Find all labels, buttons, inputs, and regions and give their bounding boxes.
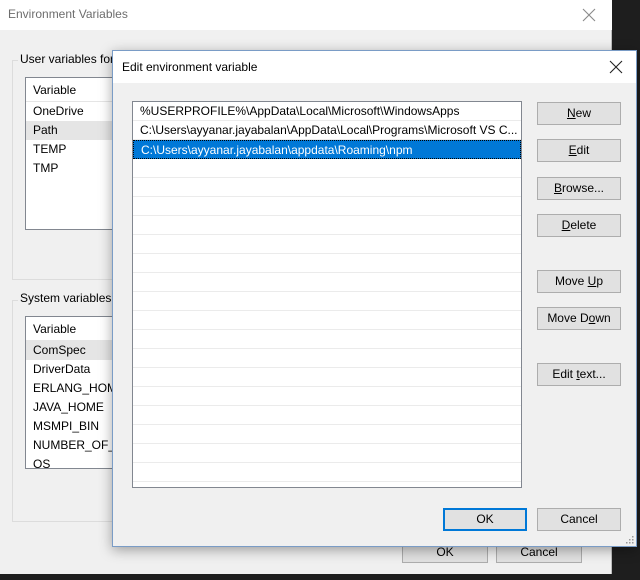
system-variables-list[interactable]: Variable ComSpec DriverData ERLANG_HOME …	[25, 316, 125, 469]
button-accelerator: E	[568, 143, 577, 157]
edit-environment-variable-dialog: Edit environment variable %USERPROFILE%\…	[112, 50, 637, 547]
desktop-background	[0, 574, 612, 580]
list-item[interactable]: NUMBER_OF_P	[26, 436, 124, 455]
button-label-post: dit	[576, 143, 590, 157]
move-down-button[interactable]: Move Down	[537, 307, 621, 330]
edit-close-button[interactable]	[596, 51, 636, 83]
path-entry-selected[interactable]: C:\Users\ayyanar.jayabalan\appdata\Roami…	[133, 140, 521, 159]
env-close-button[interactable]	[566, 0, 612, 30]
new-button[interactable]: New	[537, 102, 621, 125]
empty-list-row[interactable]	[133, 330, 521, 349]
empty-list-row[interactable]	[133, 463, 521, 482]
empty-list-row[interactable]	[133, 178, 521, 197]
ok-button[interactable]: OK	[443, 508, 527, 531]
empty-list-row[interactable]	[133, 254, 521, 273]
close-icon	[582, 8, 596, 22]
edit-button[interactable]: Edit	[537, 139, 621, 162]
env-titlebar: Environment Variables	[0, 0, 612, 30]
user-variables-list[interactable]: Variable OneDrive Path TEMP TMP	[25, 77, 125, 230]
empty-list-row[interactable]	[133, 216, 521, 235]
empty-list-row[interactable]	[133, 368, 521, 387]
move-up-button[interactable]: Move Up	[537, 270, 621, 293]
list-item[interactable]: MSMPI_BIN	[26, 417, 124, 436]
edit-dialog-titlebar: Edit environment variable	[113, 51, 636, 83]
cancel-button[interactable]: Cancel	[537, 508, 621, 531]
list-item[interactable]: DriverData	[26, 360, 124, 379]
user-list-header[interactable]: Variable	[26, 78, 124, 102]
list-item[interactable]: ComSpec	[26, 341, 124, 360]
edit-dialog-title: Edit environment variable	[122, 60, 258, 74]
path-entry[interactable]: %USERPROFILE%\AppData\Local\Microsoft\Wi…	[133, 102, 521, 121]
empty-list-row[interactable]	[133, 273, 521, 292]
path-entries-list[interactable]: %USERPROFILE%\AppData\Local\Microsoft\Wi…	[132, 101, 522, 488]
button-label-post: elete	[570, 218, 597, 232]
list-item[interactable]: OS	[26, 455, 124, 468]
empty-list-row[interactable]	[133, 387, 521, 406]
list-item[interactable]: TEMP	[26, 140, 124, 159]
button-accelerator: D	[561, 218, 571, 232]
size-grip-icon[interactable]	[624, 534, 634, 544]
button-label-post: rowse...	[562, 181, 605, 195]
button-label-pre: Move D	[547, 311, 589, 325]
empty-list-row[interactable]	[133, 235, 521, 254]
empty-list-row[interactable]	[133, 406, 521, 425]
empty-list-row[interactable]	[133, 425, 521, 444]
empty-list-row[interactable]	[133, 349, 521, 368]
button-label-post: p	[596, 274, 604, 288]
list-item[interactable]: Path	[26, 121, 124, 140]
empty-list-row[interactable]	[133, 292, 521, 311]
edit-text-button[interactable]: Edit text...	[537, 363, 621, 386]
button-label-post: wn	[595, 311, 611, 325]
browse-button[interactable]: Browse...	[537, 177, 621, 200]
system-variables-label: System variables	[18, 291, 114, 305]
close-icon	[609, 60, 623, 74]
empty-list-row[interactable]	[133, 197, 521, 216]
empty-list-row[interactable]	[133, 159, 521, 178]
delete-button[interactable]: Delete	[537, 214, 621, 237]
button-accelerator: B	[553, 181, 562, 195]
button-label-post: ext...	[579, 367, 606, 381]
empty-list-row[interactable]	[133, 444, 521, 463]
button-label-pre: Edit	[552, 367, 577, 381]
button-label-pre: Move	[554, 274, 588, 288]
button-label-post: ew	[575, 106, 591, 120]
list-item[interactable]: ERLANG_HOME	[26, 379, 124, 398]
button-accelerator: N	[566, 106, 576, 120]
system-list-header[interactable]: Variable	[26, 317, 124, 341]
user-variables-label: User variables for	[18, 52, 117, 66]
env-window-title: Environment Variables	[8, 7, 128, 21]
path-entry[interactable]: C:\Users\ayyanar.jayabalan\AppData\Local…	[133, 121, 521, 140]
list-item[interactable]: TMP	[26, 159, 124, 178]
empty-list-row[interactable]	[133, 311, 521, 330]
list-item[interactable]: OneDrive	[26, 102, 124, 121]
list-item[interactable]: JAVA_HOME	[26, 398, 124, 417]
